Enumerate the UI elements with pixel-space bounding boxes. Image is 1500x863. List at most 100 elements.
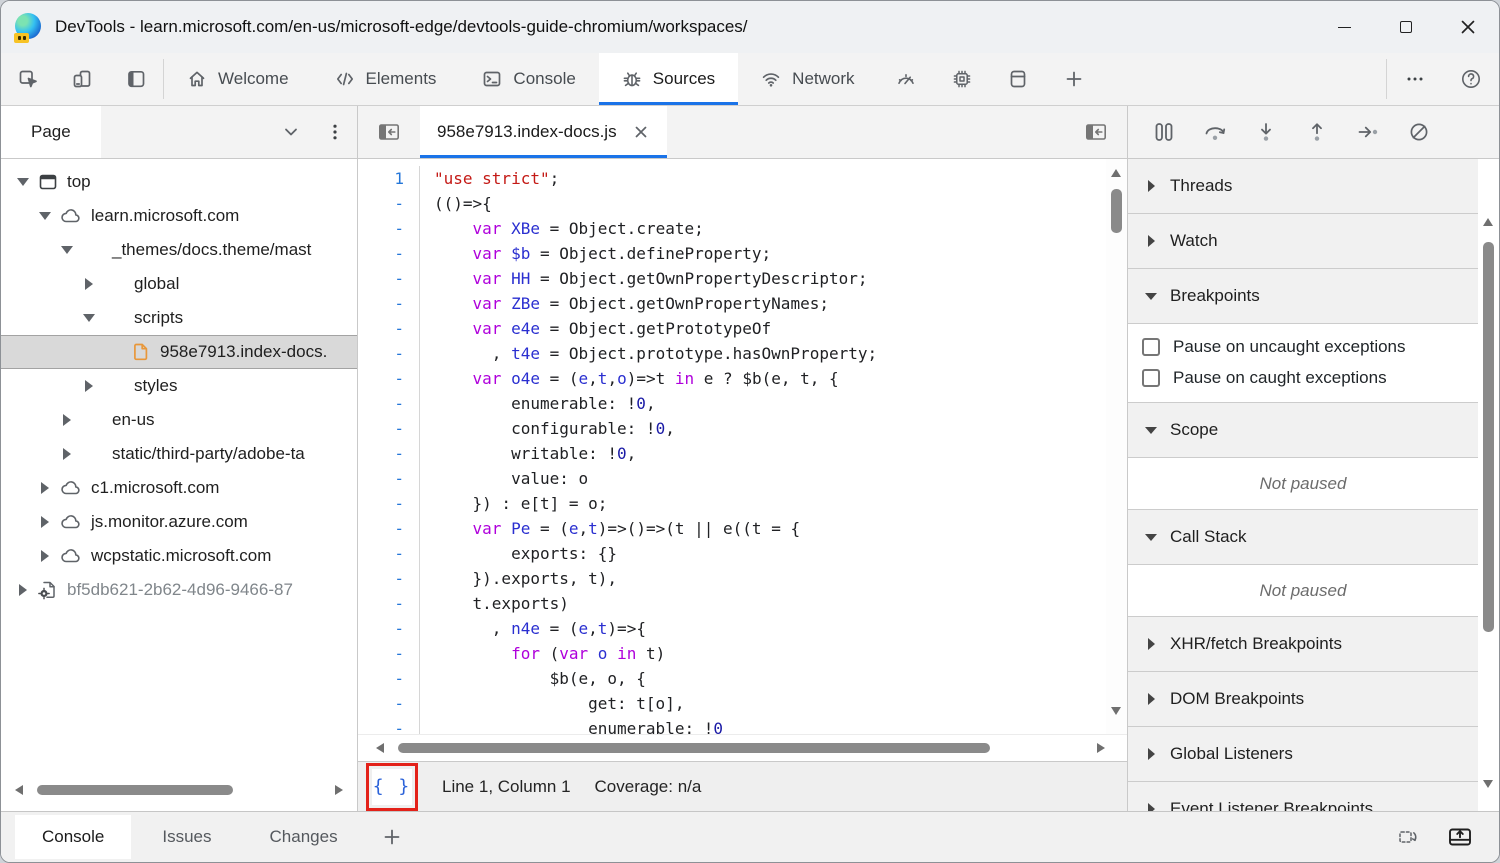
maximize-button[interactable] [1375, 1, 1437, 53]
line-number-gutter[interactable]: 1 [358, 166, 420, 191]
line-number-gutter[interactable]: - [358, 466, 420, 491]
line-number-gutter[interactable]: - [358, 691, 420, 716]
step-over-button[interactable] [1189, 110, 1240, 154]
navigator-menu-button[interactable] [313, 106, 357, 158]
scroll-right-icon[interactable] [1097, 743, 1105, 753]
add-drawer-tab-button[interactable] [369, 815, 415, 859]
help-button[interactable] [1443, 53, 1499, 105]
memory-button[interactable] [934, 53, 990, 105]
editor-file-tab[interactable]: 958e7913.index-docs.js [420, 106, 667, 158]
collapse-arrow-icon[interactable] [83, 314, 95, 322]
tree-item-styles[interactable]: styles [1, 369, 357, 403]
line-number-gutter[interactable]: - [358, 316, 420, 341]
expand-arrow-icon[interactable] [39, 550, 51, 562]
line-number-gutter[interactable]: - [358, 716, 420, 734]
line-number-gutter[interactable]: - [358, 491, 420, 516]
section-watch[interactable]: Watch [1128, 214, 1478, 269]
scroll-down-icon[interactable] [1483, 780, 1493, 788]
close-tab-icon[interactable] [632, 123, 650, 141]
section-xhr-fetch-breakpoints[interactable]: XHR/fetch Breakpoints [1128, 617, 1478, 672]
device-emulation-button[interactable] [55, 53, 109, 105]
tree-item-en-us[interactable]: en-us [1, 403, 357, 437]
expand-arrow-icon[interactable] [61, 448, 73, 460]
line-number-gutter[interactable]: - [358, 341, 420, 366]
tab-elements[interactable]: Elements [312, 53, 460, 105]
focus-mode-button[interactable] [109, 53, 163, 105]
section-breakpoints[interactable]: Breakpoints [1128, 269, 1478, 324]
line-number-gutter[interactable]: - [358, 616, 420, 641]
tree-item-global[interactable]: global [1, 267, 357, 301]
inspect-button[interactable] [1, 53, 55, 105]
expand-arrow-icon[interactable] [61, 414, 73, 426]
minimize-button[interactable] [1313, 1, 1375, 53]
tree-item-learn-microsoft-com[interactable]: learn.microsoft.com [1, 199, 357, 233]
section-global-listeners[interactable]: Global Listeners [1128, 727, 1478, 782]
collapse-arrow-icon[interactable] [39, 212, 51, 220]
expand-arrow-icon[interactable] [39, 482, 51, 494]
step-out-button[interactable] [1291, 110, 1342, 154]
line-number-gutter[interactable]: - [358, 366, 420, 391]
scroll-right-icon[interactable] [335, 785, 343, 795]
tree-item-bf5db621-2b62-4d96-9466-87[interactable]: bf5db621-2b62-4d96-9466-87 [1, 573, 357, 607]
scrollbar-thumb[interactable] [1111, 189, 1122, 233]
line-number-gutter[interactable]: - [358, 441, 420, 466]
tree-item-static-third-party-adobe-ta[interactable]: static/third-party/adobe-ta [1, 437, 357, 471]
tree-item-wcpstatic-microsoft-com[interactable]: wcpstatic.microsoft.com [1, 539, 357, 573]
tree-item-themes-docs-theme-mast[interactable]: _themes/docs.theme/mast [1, 233, 357, 267]
section-call-stack[interactable]: Call Stack [1128, 510, 1478, 565]
checkbox-unchecked[interactable] [1142, 337, 1160, 356]
line-number-gutter[interactable]: - [358, 291, 420, 316]
tab-console[interactable]: Console [459, 53, 598, 105]
performance-button[interactable] [878, 53, 934, 105]
expand-arrow-icon[interactable] [39, 516, 51, 528]
line-number-gutter[interactable]: - [358, 566, 420, 591]
checkbox-row-pause-on-caught-exceptions[interactable]: Pause on caught exceptions [1128, 362, 1478, 393]
expand-panel-button[interactable] [1435, 815, 1485, 859]
hide-debugger-button[interactable] [1065, 106, 1127, 158]
application-button[interactable] [990, 53, 1046, 105]
deactivate-breakpoints-button[interactable] [1393, 110, 1444, 154]
debugger-vertical-scrollbar[interactable] [1478, 160, 1499, 811]
line-number-gutter[interactable]: - [358, 216, 420, 241]
navigator-tab-page[interactable]: Page [1, 106, 101, 158]
close-button[interactable] [1437, 1, 1499, 53]
line-number-gutter[interactable]: - [358, 241, 420, 266]
tree-item-958e7913-index-docs[interactable]: 958e7913.index-docs. [1, 335, 357, 369]
line-number-gutter[interactable]: - [358, 641, 420, 666]
tree-item-top[interactable]: top [1, 165, 357, 199]
line-number-gutter[interactable]: - [358, 516, 420, 541]
section-scope[interactable]: Scope [1128, 403, 1478, 458]
tab-network[interactable]: Network [738, 53, 877, 105]
line-number-gutter[interactable]: - [358, 416, 420, 441]
scrollbar-thumb[interactable] [1483, 242, 1494, 632]
add-tab-button[interactable] [1046, 53, 1102, 105]
code-editor[interactable]: 1 "use strict"; - (()=>{- var XBe = Object.… [358, 159, 1127, 734]
section-dom-breakpoints[interactable]: DOM Breakpoints [1128, 672, 1478, 727]
section-threads[interactable]: Threads [1128, 159, 1478, 214]
scroll-up-icon[interactable] [1111, 169, 1121, 177]
line-number-gutter[interactable]: - [358, 541, 420, 566]
pretty-print-button[interactable]: { } [372, 768, 412, 805]
scrollbar-thumb[interactable] [37, 785, 233, 795]
step-into-button[interactable] [1240, 110, 1291, 154]
drawer-tab-issues[interactable]: Issues [135, 815, 238, 859]
collapse-arrow-icon[interactable] [17, 178, 29, 186]
tree-item-scripts[interactable]: scripts [1, 301, 357, 335]
line-number-gutter[interactable]: - [358, 666, 420, 691]
hide-navigator-button[interactable] [358, 106, 420, 158]
expand-arrow-icon[interactable] [17, 584, 29, 596]
drawer-tab-console[interactable]: Console [15, 815, 132, 859]
step-button[interactable] [1342, 110, 1393, 154]
drawer-tab-changes[interactable]: Changes [243, 815, 365, 859]
scroll-left-icon[interactable] [376, 743, 384, 753]
tree-item-c1-microsoft-com[interactable]: c1.microsoft.com [1, 471, 357, 505]
tab-welcome[interactable]: Welcome [164, 53, 312, 105]
more-options-button[interactable] [1387, 53, 1443, 105]
expand-arrow-icon[interactable] [83, 278, 95, 290]
navigator-horizontal-scrollbar[interactable] [1, 777, 357, 803]
editor-horizontal-scrollbar[interactable] [358, 734, 1127, 761]
checkbox-row-pause-on-uncaught-exceptions[interactable]: Pause on uncaught exceptions [1128, 331, 1478, 362]
scrollbar-thumb[interactable] [398, 743, 990, 753]
section-event-listener-breakpoints[interactable]: Event Listener Breakpoints [1128, 782, 1478, 811]
tree-item-js-monitor-azure-com[interactable]: js.monitor.azure.com [1, 505, 357, 539]
